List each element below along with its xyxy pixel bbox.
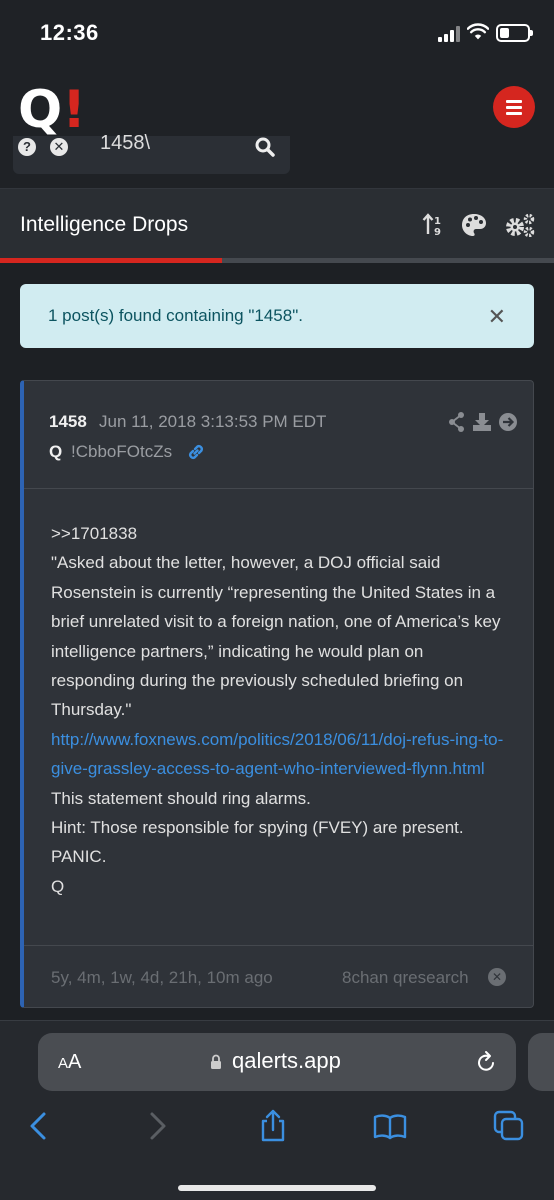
bookmarks-icon[interactable] xyxy=(373,1109,407,1143)
battery-icon xyxy=(496,24,533,42)
post-line: Hint: Those responsible for spying (FVEY… xyxy=(51,818,464,838)
browser-toolbar: AA qalerts.app xyxy=(0,1020,554,1200)
post-line: PANIC. xyxy=(51,847,107,867)
back-icon[interactable] xyxy=(22,1109,56,1143)
alert-message: 1 post(s) found containing "1458". xyxy=(48,306,303,325)
search-result-alert: 1 post(s) found containing "1458". ✕ xyxy=(20,284,534,348)
post-footer: 5y, 4m, 1w, 4d, 21h, 10m ago 8chan qrese… xyxy=(24,945,534,1007)
post-body: >>1701838 "Asked about the letter, howev… xyxy=(24,489,534,945)
close-circle-icon[interactable]: ✕ xyxy=(50,138,68,156)
address-url[interactable]: qalerts.app xyxy=(232,1048,341,1074)
close-circle-icon[interactable]: ✕ xyxy=(488,968,506,986)
status-time: 12:36 xyxy=(40,20,99,45)
section-title: Intelligence Drops xyxy=(20,213,189,236)
question-icon[interactable]: ? xyxy=(18,138,36,156)
gears-icon[interactable] xyxy=(504,213,536,237)
home-indicator xyxy=(178,1185,376,1191)
post-link[interactable]: http://www.foxnews.com/politics/2018/06/… xyxy=(51,730,503,778)
post-quote: "Asked about the letter, however, a DOJ … xyxy=(51,553,501,720)
progress-bar xyxy=(0,258,554,263)
download-icon[interactable] xyxy=(473,413,491,431)
tabs-icon[interactable] xyxy=(492,1109,526,1143)
post-signature: Q xyxy=(51,876,65,896)
sort-icon[interactable]: 1 9 xyxy=(422,213,444,237)
cellular-signal-icon xyxy=(438,26,460,42)
battery-level xyxy=(500,28,510,38)
share-icon[interactable] xyxy=(449,412,464,432)
forward-icon[interactable] xyxy=(140,1109,174,1143)
post-header: 1458 Jun 11, 2018 3:13:53 PM EDT Q !Cbbo… xyxy=(24,381,534,489)
post-time-ago: 5y, 4m, 1w, 4d, 21h, 10m ago xyxy=(51,968,273,987)
post-card: 1458 Jun 11, 2018 3:13:53 PM EDT Q !Cbbo… xyxy=(20,380,534,1008)
app-header: Q! ? ✕ xyxy=(0,66,554,188)
reload-icon[interactable] xyxy=(474,1050,498,1074)
post-reference[interactable]: >>1701838 xyxy=(51,519,509,548)
search-input[interactable] xyxy=(100,130,230,156)
address-bar[interactable]: AA qalerts.app xyxy=(38,1033,516,1091)
post-tripcode: !CbboFOtcZs xyxy=(71,442,173,461)
lock-icon xyxy=(211,1054,221,1069)
svg-text:9: 9 xyxy=(434,227,441,237)
post-author: Q xyxy=(49,442,63,461)
section-header: Intelligence Drops 1 9 xyxy=(0,188,554,263)
share-sheet-icon[interactable] xyxy=(256,1109,290,1143)
progress-fill xyxy=(0,258,222,263)
palette-icon[interactable] xyxy=(461,213,487,237)
alert-close-icon[interactable]: ✕ xyxy=(488,304,506,330)
post-date: Jun 11, 2018 3:13:53 PM EDT xyxy=(99,412,327,431)
q-logo[interactable]: Q! xyxy=(18,84,86,136)
status-bar: 12:36 xyxy=(0,0,554,66)
post-line: This statement should ring alarms. xyxy=(51,788,311,808)
search-icon[interactable] xyxy=(254,136,276,158)
post-board: 8chan qresearch xyxy=(342,968,469,987)
next-tab-peek[interactable] xyxy=(528,1033,554,1091)
arrow-circle-icon[interactable] xyxy=(499,413,517,431)
wifi-icon xyxy=(467,23,489,40)
hamburger-menu-button[interactable] xyxy=(493,86,535,128)
post-number[interactable]: 1458 xyxy=(49,412,87,432)
post-actions xyxy=(448,411,520,438)
reader-options-button[interactable]: AA xyxy=(58,1051,81,1074)
link-icon[interactable] xyxy=(186,442,206,462)
svg-text:1: 1 xyxy=(434,216,441,227)
